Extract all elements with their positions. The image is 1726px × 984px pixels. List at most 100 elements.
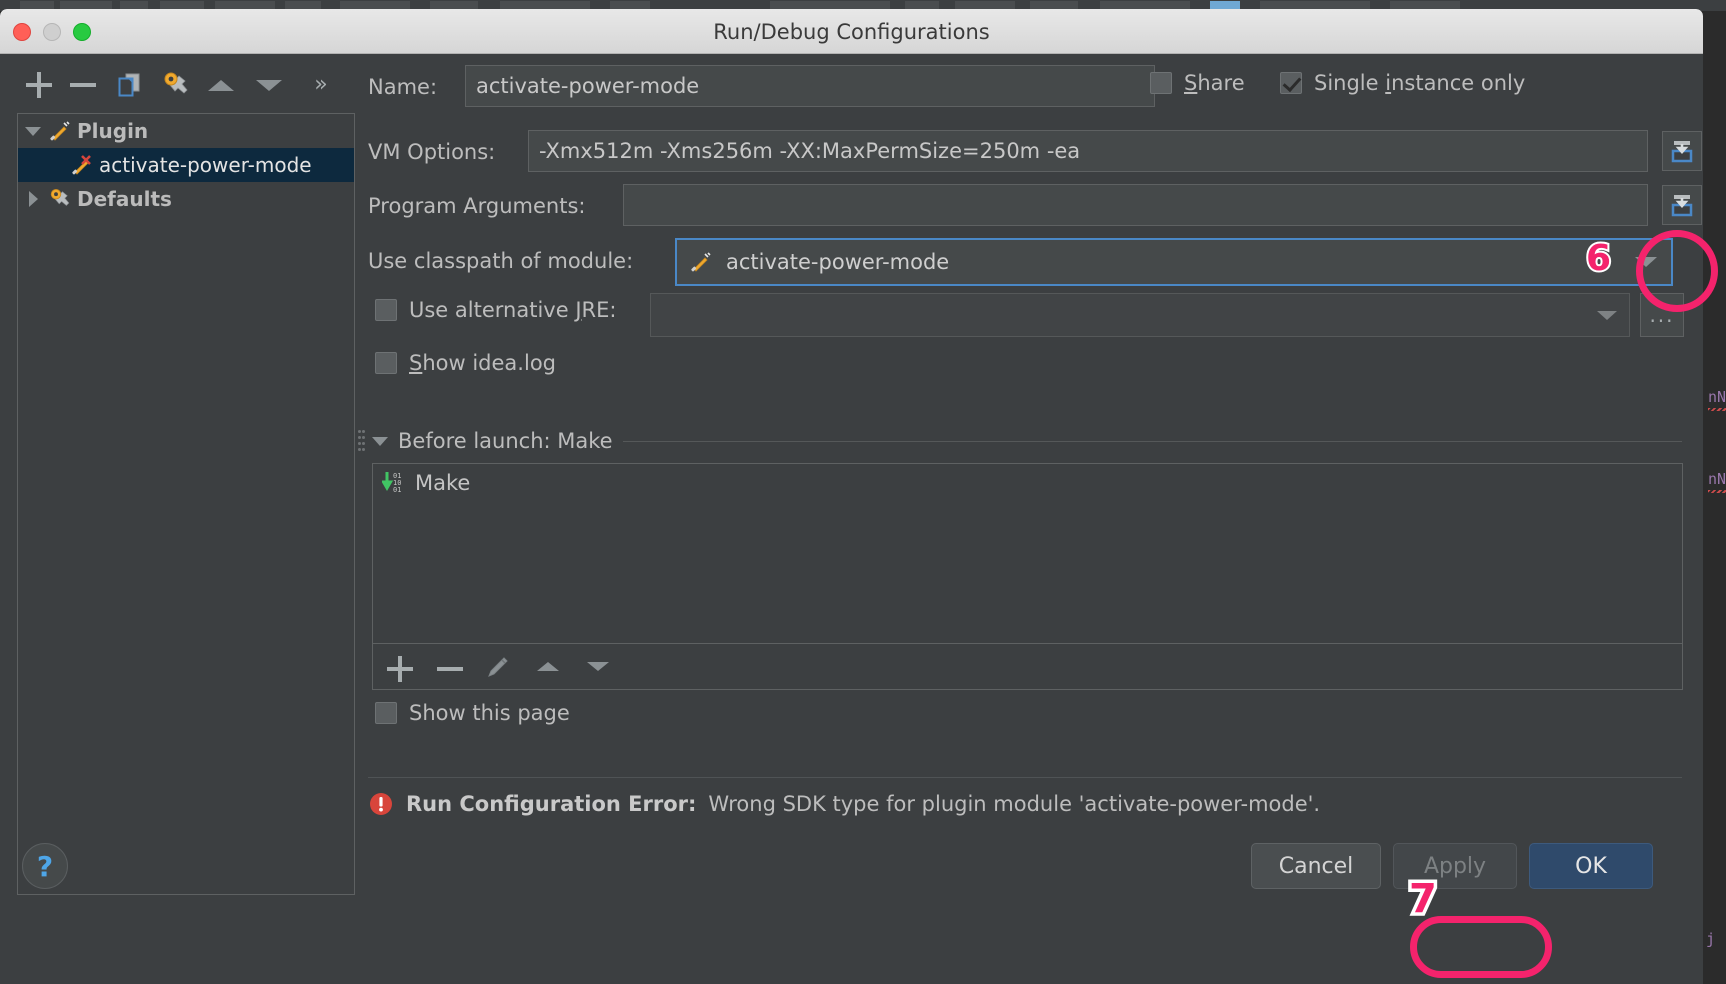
tree-item-label: Plugin [77,119,149,143]
program-arguments-input[interactable] [623,184,1648,226]
chevron-down-icon [1597,310,1617,320]
move-before-launch-task-up-button[interactable] [523,645,573,689]
name-label: Name: [368,75,438,99]
single-instance-checkbox[interactable] [1280,72,1302,94]
background-error-squiggle [1708,490,1726,493]
question-mark-icon: ? [36,849,54,883]
before-launch-task-make[interactable]: 01 10 01 Make [373,464,1682,502]
error-title: Run Configuration Error: [406,792,697,816]
before-launch-title: Before launch: Make [398,429,613,453]
configurations-toolbar: » [0,63,370,111]
background-code-fragment: nN [1708,388,1726,406]
share-checkbox-row[interactable]: Share [1150,71,1245,95]
single-instance-label: Single instance only [1314,71,1526,95]
plus-icon [26,72,52,98]
window-titlebar: Run/Debug Configurations [0,9,1703,54]
tree-item-defaults[interactable]: Defaults [18,182,354,216]
classpath-module-value: activate-power-mode [726,250,950,274]
vm-options-input[interactable]: -Xmx512m -Xms256m -XX:MaxPermSize=250m -… [528,130,1648,172]
show-this-page-checkbox[interactable] [375,702,397,724]
classpath-dropdown-arrow[interactable] [1623,242,1669,282]
plugin-icon [48,119,72,143]
alternative-jre-combobox[interactable] [650,293,1630,337]
alternative-jre-dropdown-arrow[interactable] [1585,294,1629,336]
run-configuration-error: Run Configuration Error: Wrong SDK type … [368,791,1320,817]
collapse-arrow-icon[interactable] [372,436,388,446]
remove-configuration-button[interactable] [62,63,104,107]
move-configuration-down-button[interactable] [248,63,290,107]
vm-options-label: VM Options: [368,140,496,164]
tree-item-label: activate-power-mode [99,153,312,177]
svg-text:01: 01 [393,486,401,494]
ok-button[interactable]: OK [1529,843,1653,889]
before-launch-toolbar [372,644,1683,690]
chevron-down-icon [1635,257,1657,267]
tree-item-plugin[interactable]: Plugin [18,114,354,148]
compile-make-icon: 01 10 01 [382,472,401,494]
tree-item-activate-power-mode[interactable]: activate-power-mode [18,148,354,182]
annotation-number-6: 6 [1586,238,1612,279]
show-idea-log-label: Show idea.log [409,351,556,375]
move-configuration-up-button[interactable] [200,63,242,107]
error-message: Wrong SDK type for plugin module 'activa… [708,792,1321,816]
plugin-error-icon [70,153,94,177]
add-before-launch-task-button[interactable] [373,645,423,689]
copy-configuration-icon [118,73,140,97]
background-error-squiggle [1708,408,1726,411]
triangle-down-icon [587,662,609,671]
tree-item-label: Defaults [77,187,172,211]
share-label: Share [1184,71,1245,95]
run-debug-configurations-dialog: Run/Debug Configurations » Plugin activa… [0,9,1703,984]
before-launch-divider [622,440,1682,442]
show-this-page-label: Show this page [409,701,570,725]
alternative-jre-label: Use alternative JRE: [409,298,617,322]
error-exclamation-icon [370,793,392,815]
before-launch-task-list[interactable]: 01 10 01 Make [372,463,1683,644]
triangle-up-icon [208,79,234,91]
window-title: Run/Debug Configurations [713,20,990,44]
vm-options-expand-button[interactable] [1662,131,1702,171]
splitter-grip[interactable] [358,430,365,452]
minus-icon [70,72,96,98]
show-idea-log-checkbox[interactable] [375,352,397,374]
show-this-page-checkbox-row[interactable]: Show this page [375,701,570,725]
edit-defaults-button[interactable] [155,63,197,107]
expand-editor-icon [1671,141,1693,163]
program-arguments-label: Program Arguments: [368,194,586,218]
alternative-jre-checkbox-row[interactable]: Use alternative JRE: [375,298,616,322]
name-input[interactable]: activate-power-mode [465,65,1155,107]
pencil-icon [488,656,508,677]
add-configuration-button[interactable] [18,63,60,107]
configurations-tree[interactable]: Plugin activate-power-mode Defaults [17,113,355,895]
footer-divider [368,777,1682,778]
cancel-button[interactable]: Cancel [1251,843,1381,889]
background-code-fragment: j [1706,930,1716,948]
share-checkbox[interactable] [1150,72,1172,94]
annotation-number-7: 7 [1409,876,1437,922]
copy-configuration-button[interactable] [108,63,150,107]
alternative-jre-checkbox[interactable] [375,299,397,321]
remove-before-launch-task-button[interactable] [423,645,473,689]
alternative-jre-browse-button[interactable]: ... [1640,293,1684,337]
before-launch-header[interactable]: Before launch: Make [372,429,1682,453]
wrench-gear-icon [164,72,188,94]
triangle-up-icon [537,662,559,671]
help-button[interactable]: ? [22,843,68,889]
wrench-gear-icon [48,187,72,211]
background-code-fragment: nN [1708,470,1726,488]
single-instance-checkbox-row[interactable]: Single instance only [1280,71,1525,95]
edit-before-launch-task-button[interactable] [473,645,523,689]
plugin-icon [689,250,713,274]
classpath-label: Use classpath of module: [368,249,634,273]
classpath-module-combobox[interactable]: activate-power-mode [675,238,1673,286]
triangle-down-icon [256,79,282,91]
program-arguments-expand-button[interactable] [1662,185,1702,225]
show-idea-log-checkbox-row[interactable]: Show idea.log [375,351,556,375]
expand-editor-icon [1671,195,1693,217]
chevrons-right-icon: » [314,72,328,97]
more-options-button[interactable]: » [300,63,342,107]
expand-arrow-icon[interactable] [18,126,48,136]
ellipsis-icon: ... [1649,303,1675,327]
expand-arrow-icon[interactable] [18,191,48,207]
move-before-launch-task-down-button[interactable] [573,645,623,689]
